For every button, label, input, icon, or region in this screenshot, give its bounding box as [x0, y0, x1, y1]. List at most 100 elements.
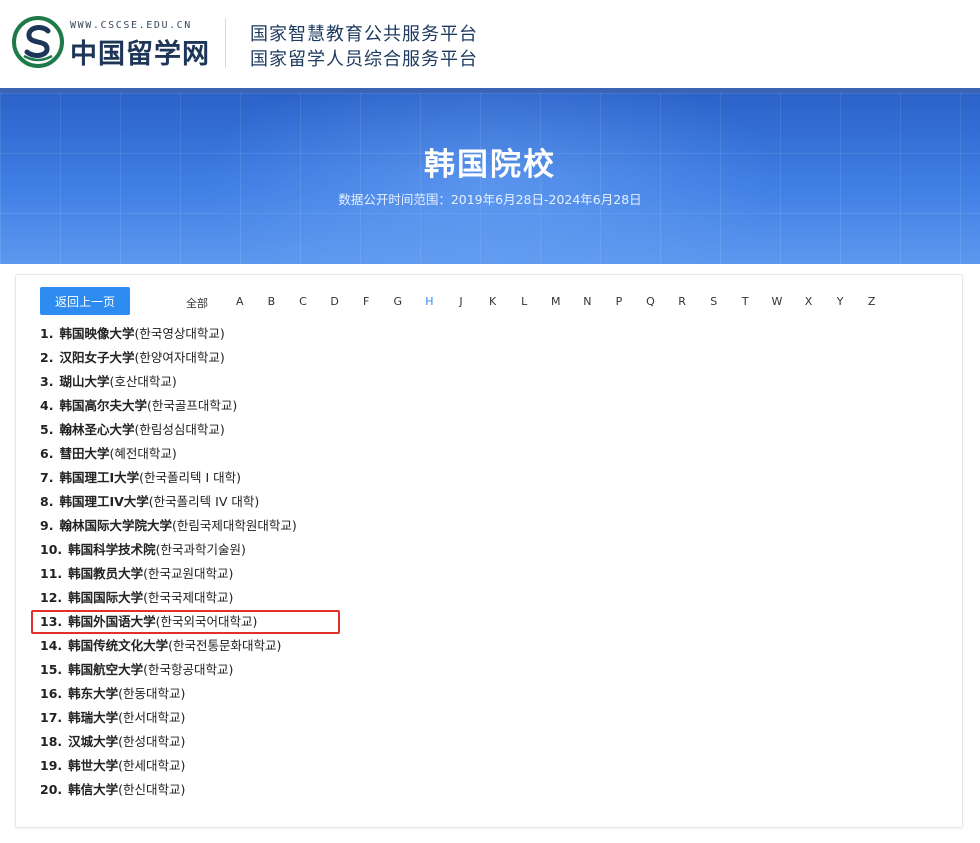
letter-filter-s[interactable]: S	[698, 295, 730, 311]
list-item[interactable]: 19. 韩世大学(한세대학교)	[40, 754, 297, 778]
letter-filter-bar: 全部 ABCDFGHJKLMNPQRSTWXYZ	[186, 295, 887, 311]
platform-title-1: 国家智慧教育公共服务平台	[250, 24, 478, 45]
letter-filter-q[interactable]: Q	[635, 295, 667, 311]
list-item-number: 13.	[40, 614, 63, 629]
letter-filter-k[interactable]: K	[477, 295, 509, 311]
university-name-link[interactable]: 汉城大学	[68, 734, 118, 749]
list-item-number: 14.	[40, 638, 63, 653]
letter-filter-j[interactable]: J	[445, 295, 477, 311]
university-korean-name: (한림성심대학교)	[134, 422, 225, 437]
letter-filter-x[interactable]: X	[793, 295, 825, 311]
university-name-link[interactable]: 翰林圣心大学	[59, 422, 134, 437]
university-name-link[interactable]: 韩世大学	[68, 758, 118, 773]
back-button[interactable]: 返回上一页	[40, 287, 130, 315]
university-name-link[interactable]: 韩国理工I大学	[59, 470, 139, 485]
list-item[interactable]: 4. 韩国高尔夫大学(한국골프대학교)	[40, 394, 297, 418]
university-name-link[interactable]: 韩国航空大学	[68, 662, 143, 677]
university-name-link[interactable]: 韩瑞大学	[68, 710, 118, 725]
list-item[interactable]: 3. 瑚山大学(호산대학교)	[40, 370, 297, 394]
list-item-number: 18.	[40, 734, 63, 749]
list-item-number: 10.	[40, 542, 63, 557]
list-item[interactable]: 18. 汉城大学(한성대학교)	[40, 730, 297, 754]
university-korean-name: (한신대학교)	[118, 782, 186, 797]
university-name-link[interactable]: 韩信大学	[68, 782, 118, 797]
list-item[interactable]: 20. 韩信大学(한신대학교)	[40, 778, 297, 802]
university-name-link[interactable]: 韩国传统文化大学	[68, 638, 168, 653]
letter-filter-c[interactable]: C	[287, 295, 319, 311]
university-name-link[interactable]: 韩国教员大学	[68, 566, 143, 581]
letter-filter-l[interactable]: L	[508, 295, 540, 311]
university-list: 1. 韩国映像大学(한국영상대학교) 2. 汉阳女子大学(한양여자대학교) 3. 瑚山大学…	[40, 322, 297, 802]
university-korean-name: (한국교원대학교)	[143, 566, 234, 581]
letter-filter-a[interactable]: A	[224, 295, 256, 311]
letter-filter-z[interactable]: Z	[856, 295, 888, 311]
list-item[interactable]: 15. 韩国航空大学(한국항공대학교)	[40, 658, 297, 682]
list-item-number: 16.	[40, 686, 63, 701]
university-name-link[interactable]: 韩国国际大学	[68, 590, 143, 605]
university-name-link[interactable]: 韩国科学技术院	[68, 542, 156, 557]
site-header: WWW.CSCSE.EDU.CN 中国留学网 国家智慧教育公共服务平台 国家留学…	[0, 0, 980, 88]
logo-name-text[interactable]: 中国留学网	[70, 32, 210, 71]
university-korean-name: (한국영상대학교)	[134, 326, 225, 341]
university-list-card: 返回上一页 全部 ABCDFGHJKLMNPQRSTWXYZ 1. 韩国映像大学(…	[15, 274, 963, 828]
university-name-link[interactable]: 汉阳女子大学	[59, 350, 134, 365]
list-item[interactable]: 12. 韩国国际大学(한국국제대학교)	[40, 586, 297, 610]
university-korean-name: (한서대학교)	[118, 710, 186, 725]
university-korean-name: (한국골프대학교)	[146, 398, 238, 413]
list-item-number: 19.	[40, 758, 63, 773]
list-item[interactable]: 16. 韩东大学(한동대학교)	[40, 682, 297, 706]
header-divider	[225, 18, 226, 68]
university-korean-name: (한국과학기술원)	[155, 542, 246, 557]
university-korean-name: (한세대학교)	[118, 758, 186, 773]
university-name-link[interactable]: 翰林国际大学院大学	[59, 518, 172, 533]
university-korean-name: (한림국제대학원대학교)	[171, 518, 297, 533]
university-korean-name: (한국폴리텍 I 대학)	[139, 470, 241, 485]
university-name-link[interactable]: 彗田大学	[59, 446, 109, 461]
university-korean-name: (호산대학교)	[109, 374, 177, 389]
list-item-number: 1.	[40, 326, 54, 341]
university-korean-name: (한양여자대학교)	[134, 350, 225, 365]
list-item[interactable]: 9. 翰林国际大学院大学(한림국제대학원대학교)	[40, 514, 297, 538]
university-name-link[interactable]: 韩国理工IV大学	[59, 494, 148, 509]
list-item-number: 4.	[40, 398, 54, 413]
letter-filter-g[interactable]: G	[382, 295, 414, 311]
list-item-number: 5.	[40, 422, 54, 437]
page-banner: 韩国院校 数据公开时间范围：2019年6月28日-2024年6月28日	[0, 88, 980, 264]
letter-filter-f[interactable]: F	[350, 295, 382, 311]
list-item[interactable]: 5. 翰林圣心大学(한림성심대학교)	[40, 418, 297, 442]
list-item[interactable]: 17. 韩瑞大学(한서대학교)	[40, 706, 297, 730]
university-name-link[interactable]: 韩国外国语大学	[68, 614, 156, 629]
list-item-number: 20.	[40, 782, 63, 797]
letter-filter-y[interactable]: Y	[824, 295, 856, 311]
list-item[interactable]: 8. 韩国理工IV大学(한국폴리텍 IV 대학)	[40, 490, 297, 514]
list-item-number: 9.	[40, 518, 54, 533]
list-item[interactable]: 1. 韩国映像大学(한국영상대학교)	[40, 322, 297, 346]
university-name-link[interactable]: 瑚山大学	[59, 374, 109, 389]
letter-filter-b[interactable]: B	[256, 295, 288, 311]
list-item[interactable]: 6. 彗田大学(혜전대학교)	[40, 442, 297, 466]
cscse-logo-icon[interactable]	[12, 16, 64, 68]
university-korean-name: (한성대학교)	[118, 734, 186, 749]
page-title: 韩国院校	[424, 147, 556, 183]
letter-filter-m[interactable]: M	[540, 295, 572, 311]
list-item[interactable]: 13. 韩国外国语大学(한국외국어대학교)	[40, 610, 297, 634]
letter-filter-n[interactable]: N	[572, 295, 604, 311]
list-item[interactable]: 10. 韩国科学技术院(한국과학기술원)	[40, 538, 297, 562]
university-name-link[interactable]: 韩国映像大学	[59, 326, 134, 341]
letter-filter-w[interactable]: W	[761, 295, 793, 311]
letter-filter-d[interactable]: D	[319, 295, 351, 311]
letter-filter-p[interactable]: P	[603, 295, 635, 311]
letter-filter-h[interactable]: H	[414, 295, 446, 311]
list-item[interactable]: 7. 韩国理工I大学(한국폴리텍 I 대학)	[40, 466, 297, 490]
list-item[interactable]: 2. 汉阳女子大学(한양여자대학교)	[40, 346, 297, 370]
list-item[interactable]: 14. 韩国传统文化大学(한국전통문화대학교)	[40, 634, 297, 658]
list-item-number: 6.	[40, 446, 54, 461]
letter-filter-all[interactable]: 全部	[186, 295, 224, 311]
list-item-number: 2.	[40, 350, 54, 365]
university-name-link[interactable]: 韩国高尔夫大学	[59, 398, 147, 413]
list-item[interactable]: 11. 韩国教员大学(한국교원대학교)	[40, 562, 297, 586]
university-name-link[interactable]: 韩东大学	[68, 686, 118, 701]
letter-filter-t[interactable]: T	[730, 295, 762, 311]
list-item-number: 7.	[40, 470, 54, 485]
letter-filter-r[interactable]: R	[666, 295, 698, 311]
